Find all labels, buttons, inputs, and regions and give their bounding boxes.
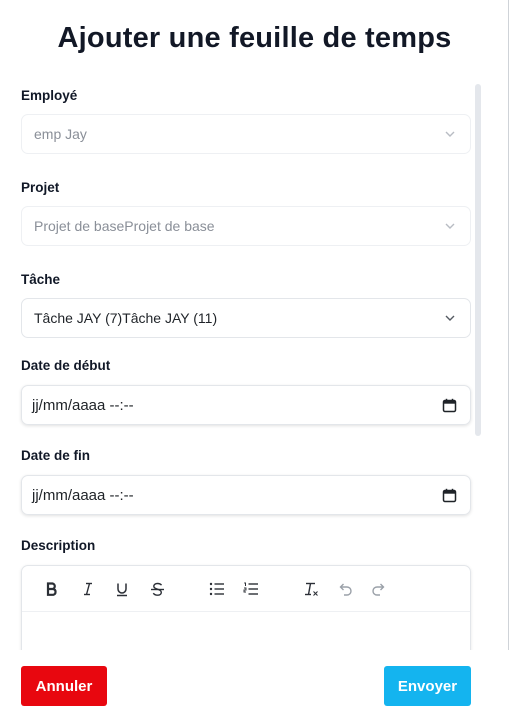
end-date-label: Date de fin [21,448,91,463]
end-date-input[interactable]: jj/mm/aaaa --:-- [21,475,471,515]
chevron-down-icon [445,223,455,229]
submit-button[interactable]: Envoyer [384,666,471,706]
numbered-list-icon[interactable] [242,580,260,598]
scrollbar[interactable] [475,84,481,436]
cancel-button[interactable]: Annuler [21,666,107,706]
calendar-icon[interactable] [442,398,457,413]
task-select[interactable]: Tâche JAY (7)Tâche JAY (11) [21,298,471,338]
editor-toolbar [22,566,470,612]
dialog-footer: Annuler Envoyer [0,650,509,721]
employee-label: Employé [21,88,78,103]
description-label: Description [21,538,96,553]
start-date-label: Date de début [21,358,111,373]
end-date-value: jj/mm/aaaa --:-- [32,486,134,504]
start-date-input[interactable]: jj/mm/aaaa --:-- [21,385,471,425]
employee-select: emp Jay [21,114,471,154]
strikethrough-icon[interactable] [148,580,166,598]
redo-icon[interactable] [370,580,388,598]
chevron-down-icon [445,131,455,137]
employee-value: emp Jay [34,126,87,142]
dialog-title: Ajouter une feuille de temps [57,22,452,54]
bold-icon[interactable] [43,580,61,598]
project-select: Projet de baseProjet de base [21,206,471,246]
task-label: Tâche [21,272,61,287]
start-date-value: jj/mm/aaaa --:-- [32,396,134,414]
italic-icon[interactable] [79,580,97,598]
project-value: Projet de baseProjet de base [34,218,215,234]
chevron-down-icon [445,315,455,321]
underline-icon[interactable] [113,580,131,598]
project-label: Projet [21,180,60,195]
calendar-icon[interactable] [442,488,457,503]
task-value: Tâche JAY (7)Tâche JAY (11) [34,310,218,326]
bullet-list-icon[interactable] [208,580,226,598]
undo-icon[interactable] [336,580,354,598]
clear-format-icon[interactable] [302,580,320,598]
timesheet-dialog: Ajouter une feuille de temps Employé emp… [0,0,509,721]
